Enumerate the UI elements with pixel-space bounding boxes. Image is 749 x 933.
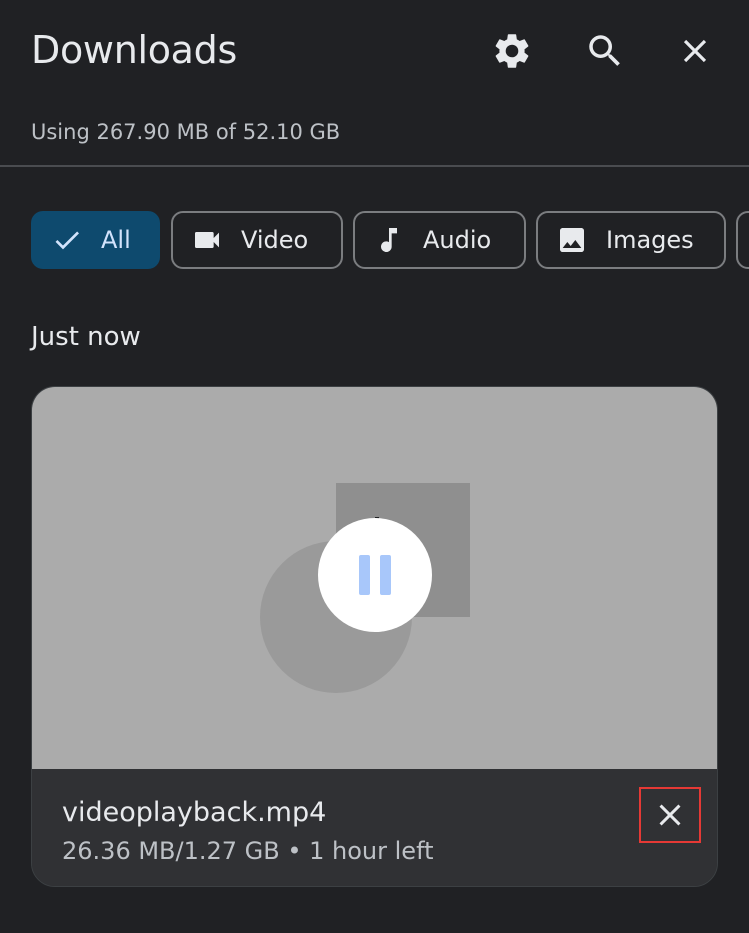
filter-chips: All Video Audio Images bbox=[31, 211, 749, 273]
filter-chip-more[interactable] bbox=[736, 211, 749, 269]
close-icon bbox=[683, 39, 707, 63]
image-icon bbox=[556, 224, 588, 256]
storage-usage: Using 267.90 MB of 52.10 GB bbox=[31, 120, 341, 144]
section-header: Just now bbox=[31, 322, 141, 352]
filter-chip-label: Audio bbox=[423, 226, 492, 254]
download-card[interactable]: videoplayback.mp4 26.36 MB/1.27 GB • 1 h… bbox=[31, 386, 718, 887]
search-button[interactable] bbox=[584, 30, 626, 72]
videocam-icon bbox=[191, 224, 223, 256]
pause-button[interactable] bbox=[318, 518, 432, 632]
filter-chip-audio[interactable]: Audio bbox=[353, 211, 526, 269]
filter-chip-video[interactable]: Video bbox=[171, 211, 343, 269]
divider bbox=[0, 165, 749, 167]
video-thumbnail bbox=[32, 387, 717, 769]
gear-icon bbox=[495, 34, 529, 68]
page-title: Downloads bbox=[31, 28, 237, 72]
filter-chip-images[interactable]: Images bbox=[536, 211, 726, 269]
pause-icon bbox=[354, 555, 396, 595]
check-icon bbox=[51, 224, 83, 256]
download-progress: 26.36 MB/1.27 GB • 1 hour left bbox=[62, 837, 434, 865]
filter-chip-label: Images bbox=[606, 226, 694, 254]
settings-button[interactable] bbox=[491, 30, 533, 72]
music-note-icon bbox=[373, 224, 405, 256]
close-button[interactable] bbox=[674, 30, 716, 72]
app-bar: Downloads bbox=[0, 0, 749, 105]
filter-chip-all[interactable]: All bbox=[31, 211, 160, 269]
search-icon bbox=[589, 35, 620, 66]
download-info: videoplayback.mp4 26.36 MB/1.27 GB • 1 h… bbox=[32, 769, 717, 886]
filter-chip-label: Video bbox=[241, 226, 309, 254]
filter-chip-label: All bbox=[101, 226, 131, 254]
file-name: videoplayback.mp4 bbox=[62, 797, 327, 828]
close-icon bbox=[659, 804, 681, 826]
cancel-download-button[interactable] bbox=[639, 787, 701, 843]
